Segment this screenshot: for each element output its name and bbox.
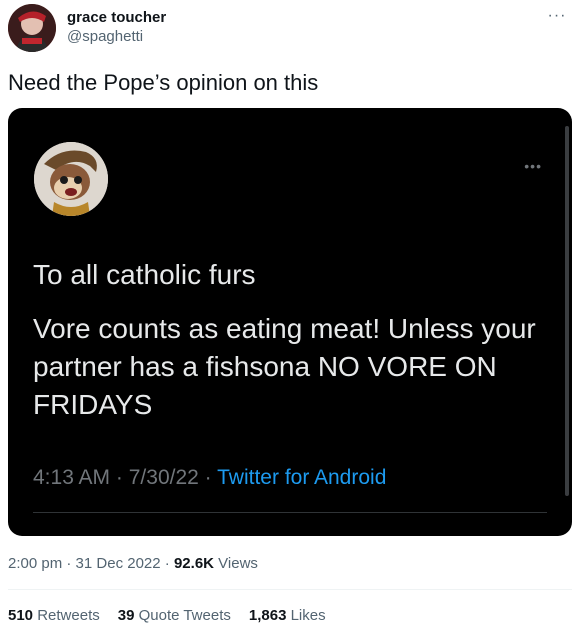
tweet-text: Need the Pope’s opinion on this: [8, 70, 319, 95]
embedded-tweet-line2: Vore counts as eating meat! Unless your …: [33, 313, 536, 420]
embedded-tweet-meta: 4:13 AM · 7/30/22 · Twitter for Android: [33, 466, 386, 490]
meta-separator-2: ·: [164, 555, 170, 572]
likes-count: 1,863: [248, 607, 287, 624]
retweets-stat[interactable]: 510 Retweets: [8, 607, 100, 624]
tweet-stats: 510 Retweets 39 Quote Tweets 1,863 Likes: [8, 607, 326, 624]
likes-stat[interactable]: 1,863 Likes: [249, 607, 326, 624]
tweet-time[interactable]: 2:00 pm: [8, 555, 62, 572]
embedded-avatar: [34, 142, 108, 216]
more-options-button[interactable]: ···: [546, 5, 568, 27]
embedded-time: 4:13 AM: [33, 466, 111, 489]
views-count: 92.6K: [173, 555, 214, 572]
embedded-tweet-line1: To all catholic furs: [33, 259, 256, 290]
quote-tweets-stat[interactable]: 39 Quote Tweets: [118, 607, 231, 624]
embedded-separator: ·: [115, 466, 123, 489]
author-handle[interactable]: @spaghetti: [67, 28, 143, 45]
retweets-label: Retweets: [37, 607, 100, 624]
embedded-divider: [33, 512, 547, 513]
meta-separator: ·: [66, 555, 72, 572]
author-avatar[interactable]: [8, 4, 56, 52]
embedded-date: 7/30/22: [128, 466, 199, 489]
embedded-source: Twitter for Android: [217, 466, 387, 489]
tweet-meta: 2:00 pm · 31 Dec 2022 · 92.6K Views: [8, 555, 258, 572]
likes-label: Likes: [290, 607, 326, 624]
embedded-screenshot: ••• To all catholic furs Vore counts as …: [8, 108, 572, 536]
retweets-count: 510: [8, 607, 34, 624]
embedded-more-icon: •••: [524, 158, 542, 174]
tweet-header: grace toucher @spaghetti ···: [0, 0, 580, 60]
embedded-scrollbar: [565, 126, 569, 496]
views-label: Views: [218, 555, 258, 572]
embedded-avatar-image: [34, 142, 108, 216]
quotes-count: 39: [117, 607, 135, 624]
quotes-label: Quote Tweets: [138, 607, 231, 624]
stats-divider: [8, 589, 572, 590]
tweet-date[interactable]: 31 Dec 2022: [76, 555, 161, 572]
more-dots-icon: ···: [547, 7, 567, 24]
author-display-name[interactable]: grace toucher: [67, 9, 166, 26]
avatar-image: [8, 4, 56, 52]
embedded-separator-2: ·: [204, 466, 212, 489]
